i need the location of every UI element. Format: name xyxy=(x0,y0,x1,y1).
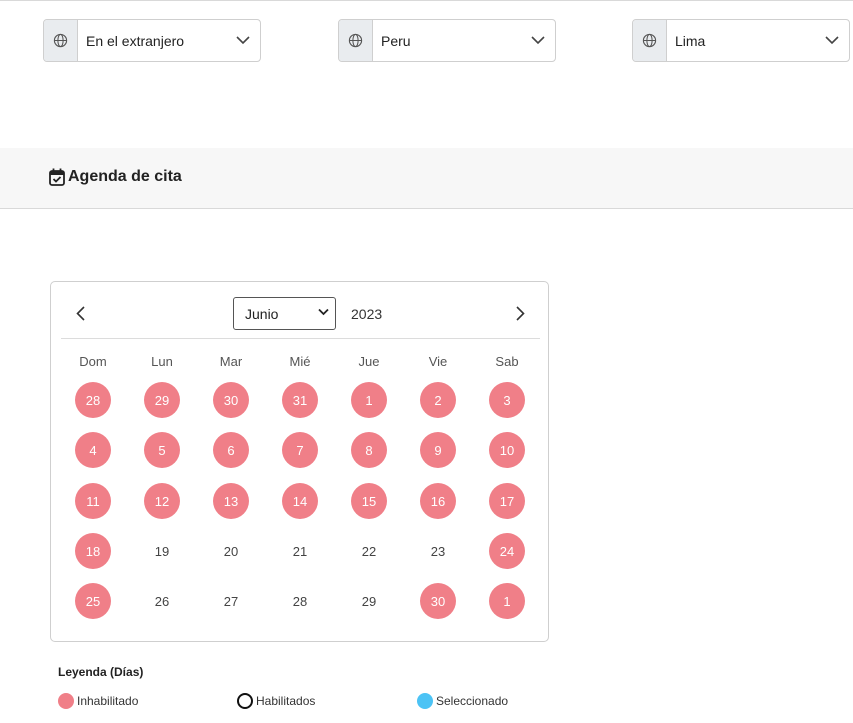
legend-enabled-dot xyxy=(237,693,253,709)
day-disabled: 30 xyxy=(420,583,456,619)
legend-disabled-dot xyxy=(58,693,74,709)
day-enabled[interactable]: 29 xyxy=(351,583,387,619)
day-disabled: 1 xyxy=(489,583,525,619)
day-enabled[interactable]: 28 xyxy=(282,583,318,619)
day-disabled: 11 xyxy=(75,483,111,519)
day-disabled: 2 xyxy=(420,382,456,418)
legend-enabled-label: Habilitados xyxy=(256,694,316,708)
top-divider xyxy=(0,0,853,1)
chevron-down-icon xyxy=(815,20,849,61)
weekday-label: Lun xyxy=(151,354,173,369)
day-disabled: 3 xyxy=(489,382,525,418)
day-disabled: 10 xyxy=(489,432,525,468)
day-disabled: 15 xyxy=(351,483,387,519)
day-disabled: 31 xyxy=(282,382,318,418)
country-scope-select[interactable]: En el extranjero xyxy=(43,19,261,62)
day-disabled: 25 xyxy=(75,583,111,619)
day-enabled[interactable]: 19 xyxy=(144,533,180,569)
legend-enabled: Habilitados xyxy=(237,693,315,709)
day-enabled[interactable]: 20 xyxy=(213,533,249,569)
legend-selected-label: Seleccionado xyxy=(436,694,509,708)
legend-selected: Seleccionado xyxy=(417,693,508,709)
legend-title: Leyenda (Días) xyxy=(58,665,144,679)
day-disabled: 4 xyxy=(75,432,111,468)
legend-selected-dot xyxy=(417,693,433,709)
chevron-right-icon xyxy=(515,305,525,321)
day-disabled: 29 xyxy=(144,382,180,418)
appointment-calendar: Junio 2023 Dom Lun Mar Mié Jue Vie Sab 28 29 30 3… xyxy=(50,281,549,642)
country-select[interactable]: Peru xyxy=(338,19,556,62)
year-label: 2023 xyxy=(351,306,383,322)
legend-disabled: Inhabilitado xyxy=(58,693,138,709)
calendar-header: Junio 2023 xyxy=(61,282,540,339)
day-disabled: 5 xyxy=(144,432,180,468)
weekday-label: Vie xyxy=(428,354,448,369)
section-title-text: Agenda de cita xyxy=(68,168,182,185)
day-disabled: 24 xyxy=(489,533,525,569)
next-month-button[interactable] xyxy=(512,304,528,322)
day-disabled: 13 xyxy=(213,483,249,519)
globe-icon xyxy=(633,20,667,61)
month-value: Junio xyxy=(245,305,279,322)
weekday-label: Mar xyxy=(219,354,243,369)
country-scope-value: En el extranjero xyxy=(86,32,185,49)
day-disabled: 1 xyxy=(351,382,387,418)
day-disabled: 28 xyxy=(75,382,111,418)
weekday-label: Mié xyxy=(289,354,311,369)
day-disabled: 16 xyxy=(420,483,456,519)
prev-month-button[interactable] xyxy=(72,304,88,322)
country-value: Peru xyxy=(381,32,411,49)
month-select[interactable]: Junio xyxy=(233,297,336,330)
globe-icon xyxy=(44,20,78,61)
day-disabled: 17 xyxy=(489,483,525,519)
day-disabled: 7 xyxy=(282,432,318,468)
day-enabled[interactable]: 21 xyxy=(282,533,318,569)
day-disabled: 30 xyxy=(213,382,249,418)
chevron-left-icon xyxy=(75,305,85,321)
weekday-label: Sab xyxy=(495,354,519,369)
day-disabled: 6 xyxy=(213,432,249,468)
section-title: Agenda de cita xyxy=(49,168,182,186)
day-enabled[interactable]: 23 xyxy=(420,533,456,569)
day-disabled: 9 xyxy=(420,432,456,468)
day-disabled: 18 xyxy=(75,533,111,569)
globe-icon xyxy=(339,20,373,61)
day-enabled[interactable]: 27 xyxy=(213,583,249,619)
weekday-label: Jue xyxy=(358,354,380,369)
day-disabled: 8 xyxy=(351,432,387,468)
chevron-down-icon xyxy=(226,20,260,61)
day-enabled[interactable]: 26 xyxy=(144,583,180,619)
chevron-down-icon xyxy=(521,20,555,61)
calendar-check-icon xyxy=(49,168,65,186)
legend-disabled-label: Inhabilitado xyxy=(77,694,139,708)
chevron-down-icon xyxy=(318,308,329,316)
day-disabled: 14 xyxy=(282,483,318,519)
day-enabled[interactable]: 22 xyxy=(351,533,387,569)
day-disabled: 12 xyxy=(144,483,180,519)
city-select[interactable]: Lima xyxy=(632,19,850,62)
weekday-label: Dom xyxy=(79,354,107,369)
city-value: Lima xyxy=(675,32,706,49)
